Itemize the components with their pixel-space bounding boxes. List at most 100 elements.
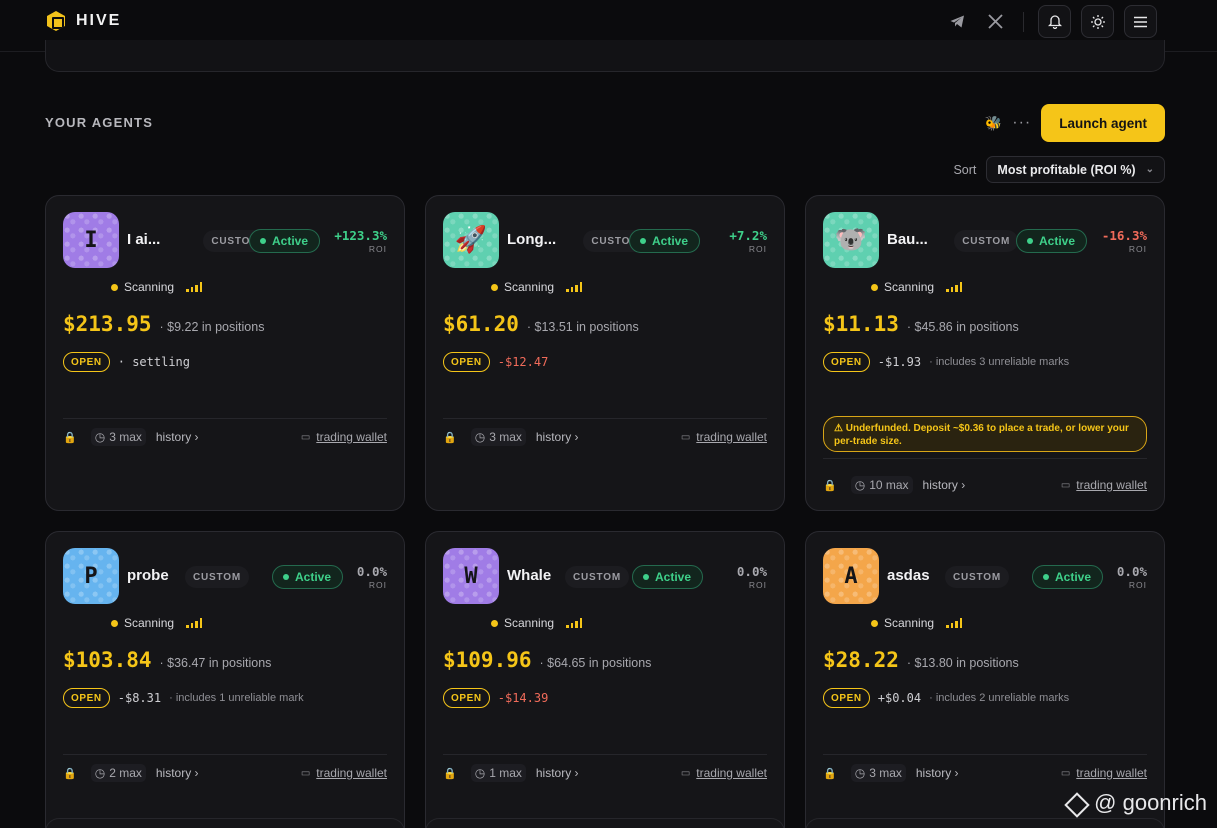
trading-wallet-link[interactable]: ▭ trading wallet: [1061, 766, 1147, 780]
divider: [443, 418, 767, 419]
open-positions-row: OPEN +$0.04 · includes 2 unreliable mark…: [823, 688, 1069, 708]
binance-icon: [1064, 792, 1086, 814]
previous-panel-edge: [45, 40, 1165, 72]
header-actions: [943, 5, 1157, 38]
agent-avatar: P: [63, 548, 119, 604]
history-link[interactable]: history ›: [536, 430, 579, 444]
wallet-icon: ▭: [680, 767, 691, 779]
trading-wallet-link[interactable]: ▭ trading wallet: [301, 430, 387, 444]
trading-wallet-link[interactable]: ▭ trading wallet: [1061, 478, 1147, 492]
agent-name[interactable]: probe: [127, 567, 169, 584]
signal-bars-icon: [566, 618, 583, 628]
open-positions-row: OPEN · settling: [63, 352, 190, 372]
trading-wallet-link[interactable]: ▭ trading wallet: [681, 766, 767, 780]
open-badge[interactable]: OPEN: [823, 352, 870, 372]
roi-label: ROI: [1128, 580, 1147, 590]
clock-icon: ◷: [854, 478, 866, 492]
status-text: Active: [272, 234, 309, 248]
scanning-text: Scanning: [504, 280, 555, 294]
positions-value: · $45.86 in positions: [906, 320, 1019, 334]
notifications-button[interactable]: [1038, 5, 1071, 38]
brand-logo[interactable]: HIVE: [46, 11, 121, 31]
open-badge[interactable]: OPEN: [63, 352, 110, 372]
theme-toggle-button[interactable]: [1081, 5, 1114, 38]
trading-wallet-text: trading wallet: [316, 766, 387, 780]
roi-block: 0.0% ROI: [1117, 564, 1147, 590]
open-badge[interactable]: OPEN: [443, 352, 490, 372]
unreliable-marks-note: · includes 3 unreliable marks: [929, 356, 1070, 368]
sort-select[interactable]: Most profitable (ROI %) ⌄: [986, 156, 1165, 183]
section-title: YOUR AGENTS: [45, 115, 154, 130]
roi-label: ROI: [748, 244, 767, 254]
open-badge[interactable]: OPEN: [823, 688, 870, 708]
history-link[interactable]: history ›: [536, 766, 579, 780]
scanning-status: Scanning: [871, 280, 963, 294]
card-edge: [425, 818, 785, 828]
status-dot-icon: [260, 238, 266, 244]
agent-card[interactable]: 🚀 Long... CUSTOM Active +7.2% ROI Scanni…: [425, 195, 785, 511]
max-positions-chip[interactable]: ◷ 2 max: [90, 764, 146, 782]
positions-value: · $13.51 in positions: [526, 320, 639, 334]
history-link[interactable]: history ›: [923, 478, 966, 492]
launch-agent-button[interactable]: Launch agent: [1041, 104, 1165, 142]
agent-card[interactable]: A asdas CUSTOM Active 0.0% ROI Scanning …: [805, 531, 1165, 828]
agent-name[interactable]: asdas: [887, 567, 930, 584]
agent-name[interactable]: Whale: [507, 567, 551, 584]
agent-name[interactable]: Long...: [507, 231, 556, 248]
agent-name[interactable]: Bau...: [887, 231, 928, 248]
trading-wallet-link[interactable]: ▭ trading wallet: [301, 766, 387, 780]
divider: [1023, 11, 1024, 32]
open-badge[interactable]: OPEN: [443, 688, 490, 708]
status-dot-icon: [643, 574, 649, 580]
balance-amount: $213.95: [63, 312, 152, 336]
roi-block: +7.2% ROI: [729, 228, 767, 254]
status-badge: Active: [629, 229, 701, 253]
max-positions-chip[interactable]: ◷ 3 max: [470, 428, 526, 446]
roi-block: +123.3% ROI: [334, 228, 387, 254]
open-positions-row: OPEN -$1.93 · includes 3 unreliable mark…: [823, 352, 1069, 372]
signal-bars-icon: [566, 282, 583, 292]
max-positions-text: 10 max: [869, 478, 909, 492]
max-positions-text: 1 max: [489, 766, 522, 780]
positions-value: · $9.22 in positions: [159, 320, 265, 334]
card-footer: 🔒 ◷ 3 max history › ▭ trading wallet: [63, 428, 387, 446]
status-text: Active: [1039, 234, 1076, 248]
open-badge[interactable]: OPEN: [63, 688, 110, 708]
divider: [443, 754, 767, 755]
status-badge: Active: [1016, 229, 1088, 253]
scanning-text: Scanning: [504, 616, 555, 630]
menu-button[interactable]: [1124, 5, 1157, 38]
scanning-status: Scanning: [111, 616, 203, 630]
status-badge: Active: [632, 565, 704, 589]
positions-value: · $36.47 in positions: [159, 656, 272, 670]
trading-wallet-text: trading wallet: [1076, 478, 1147, 492]
history-link[interactable]: history ›: [156, 430, 199, 444]
history-link[interactable]: history ›: [156, 766, 199, 780]
more-options-button[interactable]: ···: [1012, 114, 1031, 132]
agent-card[interactable]: W Whale CUSTOM Active 0.0% ROI Scanning …: [425, 531, 785, 828]
agent-card[interactable]: P probe CUSTOM Active 0.0% ROI Scanning …: [45, 531, 405, 828]
agent-avatar: 🐨: [823, 212, 879, 268]
positions-value: · $64.65 in positions: [539, 656, 652, 670]
max-positions-chip[interactable]: ◷ 3 max: [90, 428, 146, 446]
trading-wallet-link[interactable]: ▭ trading wallet: [681, 430, 767, 444]
agent-card[interactable]: 🐨 Bau... CUSTOM Active -16.3% ROI Scanni…: [805, 195, 1165, 511]
watermark-text: @ goonrich: [1094, 790, 1207, 815]
open-positions-row: OPEN -$14.39: [443, 688, 548, 708]
max-positions-chip[interactable]: ◷ 10 max: [850, 476, 913, 494]
max-positions-chip[interactable]: ◷ 1 max: [470, 764, 526, 782]
agent-name[interactable]: I ai...: [127, 231, 160, 248]
telegram-icon[interactable]: [943, 6, 971, 38]
max-positions-chip[interactable]: ◷ 3 max: [850, 764, 906, 782]
history-link[interactable]: history ›: [916, 766, 959, 780]
balance-row: $28.22 · $13.80 in positions: [823, 648, 1019, 672]
scanning-text: Scanning: [884, 280, 935, 294]
agent-card[interactable]: I I ai... CUSTOM Active +123.3% ROI Scan…: [45, 195, 405, 511]
clock-icon: ◷: [94, 430, 106, 444]
status-dot-icon: [1027, 238, 1033, 244]
scanning-status: Scanning: [871, 616, 963, 630]
roi-label: ROI: [1128, 244, 1147, 254]
status-dot-icon: [1043, 574, 1049, 580]
pnl-value: -$1.93: [877, 355, 922, 369]
x-icon[interactable]: [981, 6, 1009, 38]
